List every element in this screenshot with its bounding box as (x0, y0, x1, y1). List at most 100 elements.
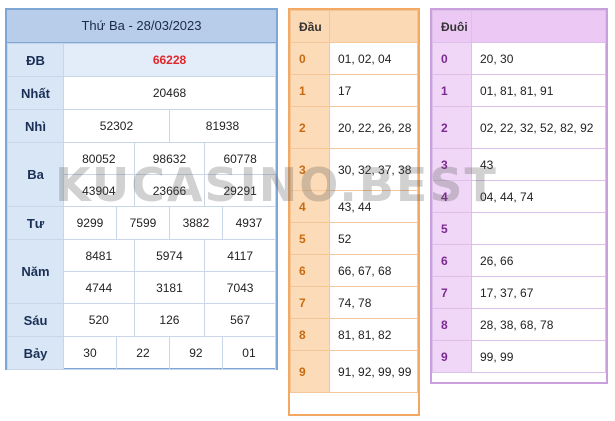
tail-row: 1 01, 81, 81, 91 (432, 74, 606, 107)
tail-digit: 7 (432, 276, 472, 309)
head-row: 3 30, 32, 37, 38 (290, 148, 418, 191)
prize-value: 20468 (63, 76, 276, 110)
tail-digit: 2 (432, 106, 472, 149)
special-prize-value: 66228 (63, 43, 276, 77)
tail-digit: 1 (432, 74, 472, 107)
head-digit-header: Đầu (290, 10, 418, 43)
head-row: 1 17 (290, 74, 418, 107)
prize-value: 7043 (204, 271, 276, 304)
head-digit-table: Đầu 0 01, 02, 04 1 17 2 20, 22, 26, 28 3 30, 32… (288, 8, 420, 416)
tail-row: 7 17, 37, 67 (432, 276, 606, 309)
tail-row: 8 28, 38, 68, 78 (432, 308, 606, 341)
prize-value: 92 (168, 336, 223, 370)
tail-numbers: 28, 38, 68, 78 (471, 308, 606, 341)
tail-row: 0 20, 30 (432, 42, 606, 75)
tail-digit: 8 (432, 308, 472, 341)
head-digit: 0 (290, 42, 330, 75)
prize-value: 9299 (63, 206, 117, 240)
tail-row: 4 04, 44, 74 (432, 180, 606, 213)
head-digit: 4 (290, 190, 330, 223)
tail-digit: 3 (432, 148, 472, 181)
head-row: 2 20, 22, 26, 28 (290, 106, 418, 149)
tail-numbers: 17, 37, 67 (471, 276, 606, 309)
prize-value: 3181 (133, 271, 206, 304)
tail-digit: 4 (432, 180, 472, 213)
prize-value: 80052 (63, 142, 135, 175)
tail-digit: 0 (432, 42, 472, 75)
head-row: 8 81, 81, 82 (290, 318, 418, 351)
tail-numbers: 04, 44, 74 (471, 180, 606, 213)
prize-value: 60778 (204, 142, 276, 175)
head-row: 5 52 (290, 222, 418, 255)
lottery-result-table: Thứ Ba - 28/03/2023 ĐB 66228 Nhất 20468 … (5, 8, 278, 370)
tail-digit: 6 (432, 244, 472, 277)
prize-label: Ba (7, 142, 64, 207)
tail-header-label: Đuôi (432, 10, 472, 43)
head-numbers: 66, 67, 68 (329, 254, 418, 287)
head-row: 7 74, 78 (290, 286, 418, 319)
head-numbers: 30, 32, 37, 38 (329, 148, 418, 191)
prize-value: 4744 (63, 271, 135, 304)
tail-row: 6 26, 66 (432, 244, 606, 277)
prize-value: 126 (133, 303, 206, 337)
prize-value: 98632 (133, 142, 206, 175)
head-header-label: Đầu (290, 10, 330, 43)
prize-label: Bảy (7, 336, 64, 370)
tail-numbers (471, 212, 606, 245)
prize-label: Nhất (7, 76, 64, 110)
tail-row: 3 43 (432, 148, 606, 181)
prize-value: 22 (115, 336, 170, 370)
prize-value: 567 (204, 303, 276, 337)
tail-numbers: 26, 66 (471, 244, 606, 277)
tail-header-blank (471, 10, 606, 43)
tail-digit: 9 (432, 340, 472, 373)
prize-value: 5974 (133, 239, 206, 272)
prize-value: 01 (221, 336, 277, 370)
head-digit: 3 (290, 148, 330, 191)
prize-value: 8481 (63, 239, 135, 272)
head-row: 9 91, 92, 99, 99 (290, 350, 418, 393)
tail-row: 2 02, 22, 32, 52, 82, 92 (432, 106, 606, 149)
tail-numbers: 99, 99 (471, 340, 606, 373)
tail-numbers: 20, 30 (471, 42, 606, 75)
tail-row: 5 (432, 212, 606, 245)
prize-row-sau: Sáu 520 126 567 (7, 303, 276, 337)
tail-digit-header: Đuôi (432, 10, 606, 43)
prize-value: 4117 (204, 239, 276, 272)
head-numbers: 20, 22, 26, 28 (329, 106, 418, 149)
head-digit: 5 (290, 222, 330, 255)
head-digit: 8 (290, 318, 330, 351)
result-date-title: Thứ Ba - 28/03/2023 (7, 10, 276, 43)
tail-numbers: 01, 81, 81, 91 (471, 74, 606, 107)
prize-value: 52302 (63, 109, 170, 143)
prize-label: Sáu (7, 303, 64, 337)
prize-label: Tư (7, 206, 64, 240)
prize-row-nam: Năm 8481 5974 4117 (7, 239, 276, 304)
prize-value: 7599 (115, 206, 170, 240)
tail-digit: 5 (432, 212, 472, 245)
prize-value: 81938 (168, 109, 277, 143)
prize-label: ĐB (7, 43, 64, 77)
prize-value: 3882 (168, 206, 223, 240)
head-numbers: 74, 78 (329, 286, 418, 319)
prize-row-bay: Bảy 30 22 92 01 (7, 336, 277, 370)
prize-row-db: ĐB 66228 (7, 43, 276, 77)
tail-row: 9 99, 99 (432, 340, 606, 373)
tail-digit-table: Đuôi 0 20, 30 1 01, 81, 81, 91 2 02, 22, 32, … (430, 8, 608, 384)
head-digit: 7 (290, 286, 330, 319)
head-row: 6 66, 67, 68 (290, 254, 418, 287)
prize-value: 43904 (63, 174, 135, 207)
prize-row-nhat: Nhất 20468 (7, 76, 276, 110)
head-row: 0 01, 02, 04 (290, 42, 418, 75)
prize-grid: ĐB 66228 Nhất 20468 Nhì 52302 81938 Ba 8… (7, 43, 277, 370)
head-digit-grid: Đầu 0 01, 02, 04 1 17 2 20, 22, 26, 28 3 30, 32… (290, 10, 418, 393)
head-digit: 1 (290, 74, 330, 107)
prize-value: 29291 (204, 174, 276, 207)
prize-row-ba: Ba 80052 98632 60778 (7, 142, 276, 207)
head-numbers: 81, 81, 82 (329, 318, 418, 351)
tail-digit-grid: Đuôi 0 20, 30 1 01, 81, 81, 91 2 02, 22, 32, … (432, 10, 606, 373)
head-row: 4 43, 44 (290, 190, 418, 223)
prize-value: 4937 (221, 206, 277, 240)
prize-value: 30 (63, 336, 117, 370)
head-numbers: 17 (329, 74, 418, 107)
